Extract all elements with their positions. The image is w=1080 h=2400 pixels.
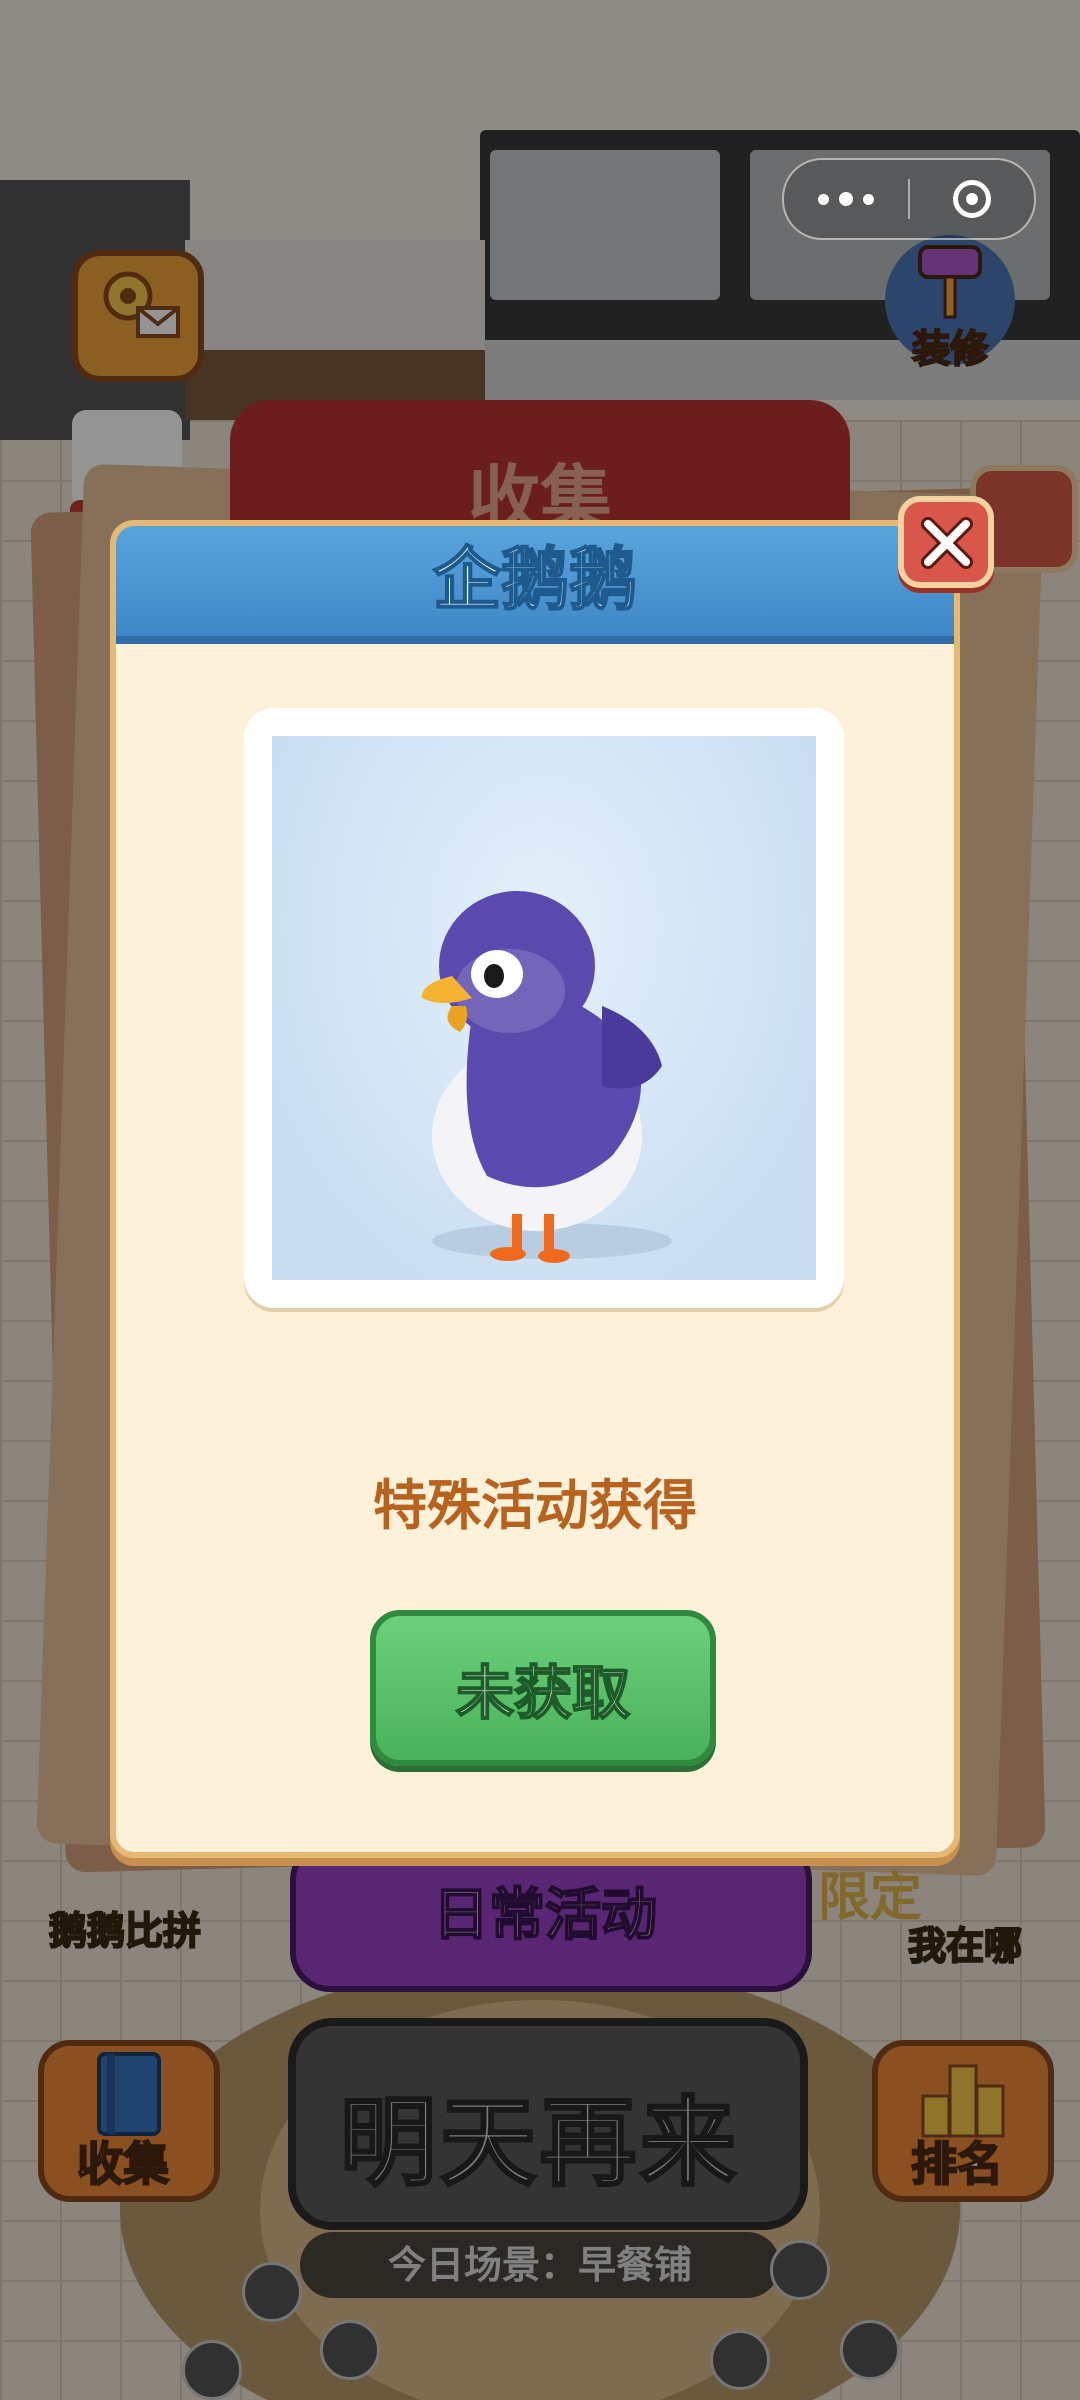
close-icon <box>921 517 973 569</box>
dot-icon <box>839 192 853 206</box>
obtain-source-text: 特殊活动获得 <box>373 1474 697 1537</box>
target-icon <box>953 180 991 218</box>
dot-icon <box>863 193 874 205</box>
penguin-goose-icon <box>421 891 672 1263</box>
not-obtained-button[interactable]: 未获取 <box>370 1610 716 1766</box>
item-image-frame <box>244 708 844 1308</box>
more-options-button[interactable] <box>784 160 908 238</box>
dialog-close-button[interactable] <box>898 496 994 588</box>
item-detail-dialog: 企鹅鹅 特殊活动获得 未获取 <box>110 520 960 1858</box>
dot-icon <box>818 193 829 205</box>
dialog-title: 企鹅鹅 <box>432 540 638 621</box>
item-image-area <box>272 736 816 1280</box>
not-obtained-label: 未获取 <box>455 1658 631 1728</box>
exit-miniprogram-button[interactable] <box>910 160 1034 238</box>
miniprogram-capsule <box>782 158 1036 240</box>
